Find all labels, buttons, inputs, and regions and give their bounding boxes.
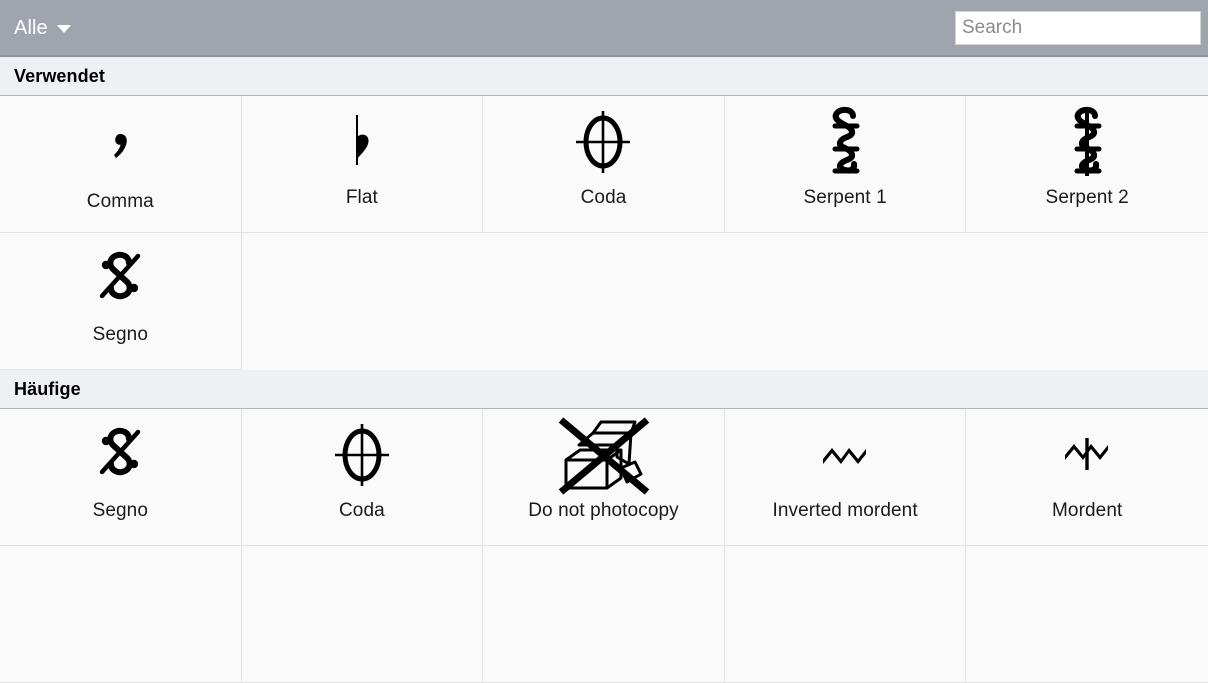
- toolbar: Alle: [0, 0, 1208, 57]
- symbol-cell-empty: [724, 233, 967, 370]
- symbol-cell-coda[interactable]: Coda: [483, 96, 725, 233]
- symbol-cell-mordent[interactable]: Mordent: [966, 409, 1208, 546]
- symbol-cell-partial[interactable]: [241, 546, 484, 683]
- search-input[interactable]: [955, 11, 1201, 45]
- filter-dropdown-label: Alle: [14, 16, 48, 39]
- chevron-down-icon: [56, 25, 71, 33]
- symbol-cell-serpent-2[interactable]: Serpent 2: [966, 96, 1208, 233]
- symbol-label: Serpent 2: [1045, 187, 1129, 208]
- symbol-grid-verwendet: Comma Flat Coda Serpent 1 Serpent 2 Segn…: [0, 96, 1208, 370]
- symbol-cell-segno[interactable]: Segno: [0, 409, 242, 546]
- symbol-label: Segno: [92, 500, 149, 521]
- inverted-mordent-icon: [819, 409, 871, 501]
- symbol-label: Inverted mordent: [772, 500, 918, 521]
- symbol-cell-partial[interactable]: [966, 546, 1208, 683]
- symbol-cell-empty: [966, 233, 1208, 370]
- mordent-icon: [1061, 409, 1113, 501]
- symbol-cell-segno[interactable]: Segno: [0, 233, 242, 370]
- section-title: Häufige: [14, 378, 81, 399]
- symbol-cell-inverted-mordent[interactable]: Inverted mordent: [724, 409, 967, 546]
- serpent-2-icon: [1063, 96, 1111, 188]
- symbol-label: Segno: [92, 324, 149, 345]
- comma-breath-mark-icon: [105, 100, 135, 192]
- filter-dropdown-alle[interactable]: Alle: [14, 18, 71, 38]
- symbol-cell-empty: [483, 233, 725, 370]
- symbol-label: Serpent 1: [803, 187, 887, 208]
- symbol-cell-flat[interactable]: Flat: [241, 96, 484, 233]
- section-header-haeufige: Häufige: [0, 370, 1208, 409]
- symbol-label: Coda: [580, 187, 627, 208]
- search-field-wrapper: [955, 11, 1201, 45]
- symbol-cell-partial[interactable]: [0, 546, 242, 683]
- symbol-cell-coda[interactable]: Coda: [241, 409, 484, 546]
- symbol-label: Mordent: [1051, 500, 1123, 521]
- symbol-label: Flat: [345, 187, 378, 208]
- serpent-1-icon: [821, 96, 869, 188]
- segno-icon: [90, 409, 150, 501]
- symbol-label: Do not photocopy: [528, 500, 679, 521]
- symbol-cell-do-not-photocopy[interactable]: Do not photocopy: [483, 409, 725, 546]
- symbol-label: Comma: [86, 191, 154, 212]
- section-title: Verwendet: [14, 65, 105, 86]
- symbol-label: Coda: [338, 500, 385, 521]
- coda-icon: [331, 409, 393, 501]
- flat-icon: [347, 96, 377, 188]
- symbol-cell-comma[interactable]: Comma: [0, 96, 242, 233]
- coda-icon: [572, 96, 634, 188]
- symbol-cell-empty: [241, 233, 484, 370]
- symbol-cell-serpent-1[interactable]: Serpent 1: [724, 96, 967, 233]
- symbol-cell-partial[interactable]: [483, 546, 725, 683]
- symbol-cell-partial[interactable]: [724, 546, 967, 683]
- segno-icon: [90, 233, 150, 325]
- section-header-verwendet: Verwendet: [0, 57, 1208, 96]
- do-not-photocopy-icon: [549, 409, 657, 501]
- symbol-grid-haeufige: Segno Coda Do not photocopy Inverted mor…: [0, 409, 1208, 683]
